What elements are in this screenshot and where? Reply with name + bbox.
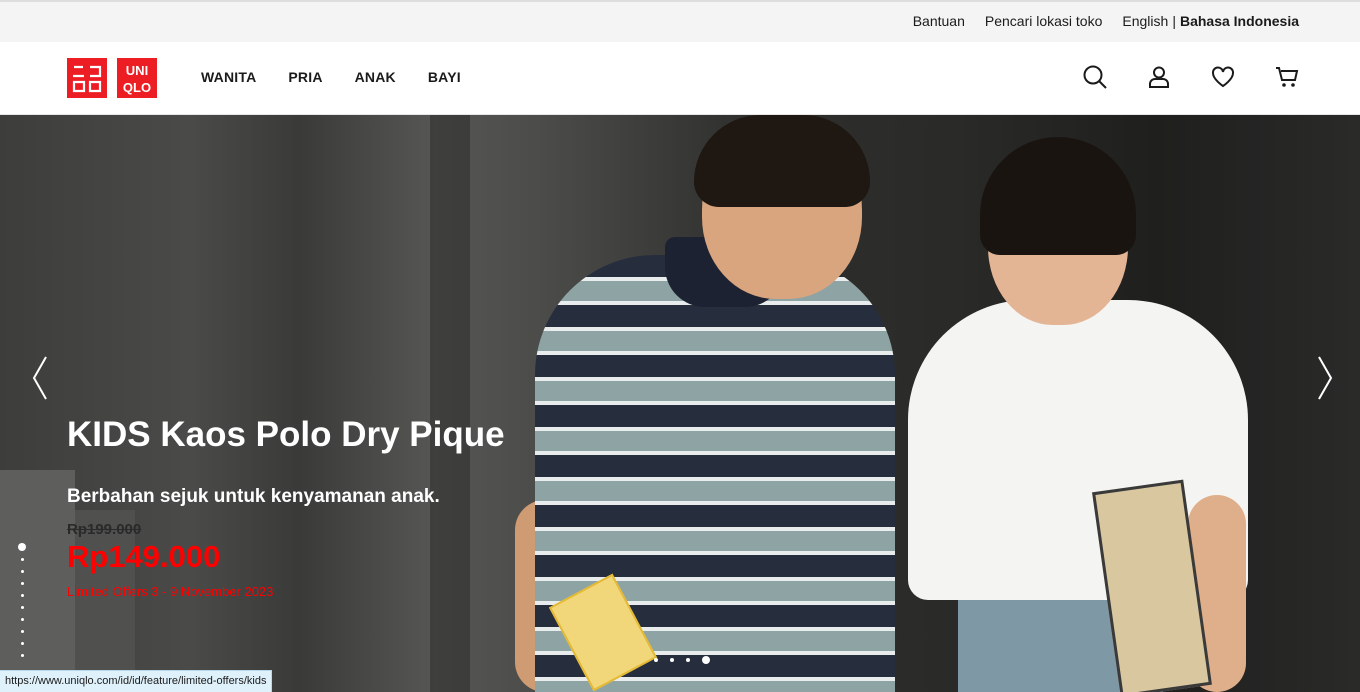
language-switcher: English | Bahasa Indonesia bbox=[1122, 13, 1299, 29]
nav-item-wanita[interactable]: WANITA bbox=[201, 69, 256, 85]
original-price: Rp199.000 bbox=[67, 521, 142, 538]
slide-subtitle: Berbahan sejuk untuk kenyamanan anak. bbox=[67, 486, 440, 507]
girl-hair bbox=[980, 137, 1136, 255]
slide-dot[interactable] bbox=[20, 642, 24, 645]
slide-dot[interactable] bbox=[20, 582, 24, 585]
slide-dot[interactable] bbox=[20, 630, 24, 633]
status-bar-url: https://www.uniqlo.com/id/id/feature/lim… bbox=[0, 670, 273, 692]
slide-dot[interactable] bbox=[702, 656, 710, 664]
hero-banner[interactable]: KIDS Kaos Polo Dry Pique Berbahan sejuk … bbox=[0, 115, 1360, 692]
utility-links: Bantuan Pencari lokasi toko English | Baha… bbox=[893, 13, 1299, 29]
slide-dot[interactable] bbox=[686, 658, 690, 662]
help-link[interactable]: Bantuan bbox=[913, 13, 965, 29]
utility-bar: Bantuan Pencari lokasi toko English | Baha… bbox=[0, 0, 1360, 42]
sale-price: Rp149.000 bbox=[67, 539, 221, 574]
language-english-link[interactable]: English bbox=[1122, 13, 1168, 29]
logo-katakana-box bbox=[67, 58, 107, 98]
store-locator-link[interactable]: Pencari lokasi toko bbox=[985, 13, 1103, 29]
logo-text-qlo: QLO bbox=[123, 80, 151, 95]
vertical-slide-indicator bbox=[18, 543, 26, 666]
slide-dot[interactable] bbox=[20, 570, 24, 573]
background-concrete-step bbox=[0, 470, 75, 692]
boy-hair bbox=[694, 115, 870, 207]
slide-dot[interactable] bbox=[20, 558, 24, 561]
background-wall-shade bbox=[430, 115, 470, 692]
slide-dot[interactable] bbox=[20, 594, 24, 597]
nav-item-bayi[interactable]: BAYI bbox=[428, 69, 461, 85]
chevron-right-icon[interactable] bbox=[1315, 355, 1335, 401]
offer-period: Limited Offers 3 - 9 November 2023 bbox=[67, 584, 274, 599]
cart-icon[interactable] bbox=[1274, 64, 1300, 90]
slide-dot[interactable] bbox=[20, 606, 24, 609]
slide-dot[interactable] bbox=[20, 654, 24, 657]
site-header: UNI QLO WANITA PRIA ANAK BAYI bbox=[0, 42, 1360, 115]
uniqlo-logo[interactable]: UNI QLO bbox=[67, 58, 157, 98]
nav-item-anak[interactable]: ANAK bbox=[355, 69, 396, 85]
language-separator: | bbox=[1172, 13, 1176, 29]
language-indonesian-link[interactable]: Bahasa Indonesia bbox=[1180, 13, 1299, 29]
account-icon[interactable] bbox=[1146, 64, 1172, 90]
slide-title[interactable]: KIDS Kaos Polo Dry Pique bbox=[67, 415, 505, 455]
slide-dot[interactable] bbox=[654, 658, 658, 662]
chevron-left-icon[interactable] bbox=[30, 355, 50, 401]
horizontal-slide-indicator bbox=[654, 656, 722, 664]
logo-text-uni: UNI bbox=[126, 63, 148, 78]
header-icons bbox=[1044, 64, 1300, 90]
slide-dot[interactable] bbox=[670, 658, 674, 662]
search-icon[interactable] bbox=[1082, 64, 1108, 90]
slide-dot[interactable] bbox=[20, 618, 24, 621]
logo-latin-box: UNI QLO bbox=[117, 58, 157, 98]
nav-item-pria[interactable]: PRIA bbox=[288, 69, 322, 85]
slide-dot[interactable] bbox=[18, 543, 26, 551]
main-nav: WANITA PRIA ANAK BAYI bbox=[201, 69, 493, 85]
wishlist-icon[interactable] bbox=[1210, 64, 1236, 90]
